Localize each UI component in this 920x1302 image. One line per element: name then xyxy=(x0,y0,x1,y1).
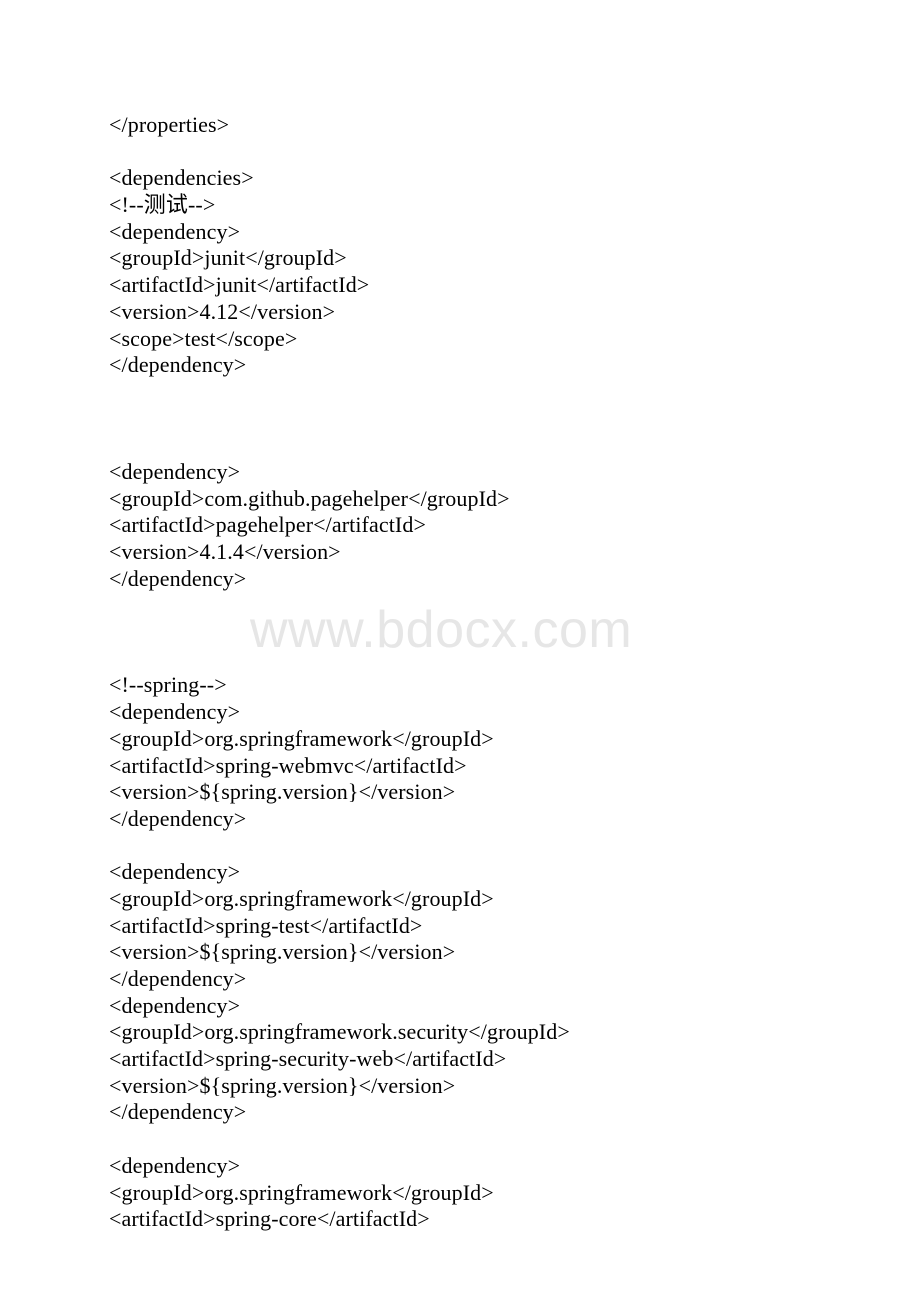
code-line: <groupId>org.springframework</groupId> xyxy=(109,885,494,911)
code-line: <version>${spring.version}</version> xyxy=(109,939,456,965)
code-line: <version>4.1.4</version> xyxy=(109,539,341,564)
code-line: <groupId>junit</groupId> xyxy=(109,245,347,271)
code-line: </dependency> xyxy=(109,966,247,991)
code-line: <artifactId>spring-core</artifactId> xyxy=(109,1206,430,1232)
code-line: <version>${spring.version}</version> xyxy=(109,779,456,805)
code-line: <groupId>org.springframework</groupId> xyxy=(109,725,494,751)
document-page: www.bdocx.com </properties> <dependencies… xyxy=(0,0,920,1302)
code-line: <!--测试--> xyxy=(109,192,216,218)
code-line: </dependency> xyxy=(109,805,247,831)
code-line: <dependency> xyxy=(109,992,241,1018)
code-line: <!--spring--> xyxy=(109,672,227,698)
document-text-content: </properties> <dependencies> <!--测试--> <dep… xyxy=(109,112,900,1233)
code-line: <artifactId>junit</artifactId> xyxy=(109,272,370,298)
code-line: </dependency> xyxy=(109,352,247,378)
code-line: </dependency> xyxy=(109,565,247,591)
code-line: <version>${spring.version}</version> xyxy=(109,1072,456,1098)
code-line: <groupId>org.springframework</groupId> xyxy=(109,1179,494,1205)
code-line: <groupId>com.github.pagehelper</groupId> xyxy=(109,485,510,511)
code-line: <artifactId>pagehelper</artifactId> xyxy=(109,512,426,538)
code-line: <artifactId>spring-security-web</artifac… xyxy=(109,1046,507,1072)
code-line: <dependency> xyxy=(109,458,241,484)
code-line: <dependency> xyxy=(109,1152,241,1178)
code-line: <dependency> xyxy=(109,859,241,885)
code-line: </dependency> xyxy=(109,1099,247,1125)
code-line: <scope>test</scope> xyxy=(109,325,298,351)
code-line: <dependency> xyxy=(109,699,241,725)
code-line: </properties> xyxy=(109,112,230,137)
code-line: <dependency> xyxy=(109,218,241,244)
code-line: <version>4.12</version> xyxy=(109,298,336,324)
code-line: <artifactId>spring-test</artifactId> xyxy=(109,912,423,938)
code-line: <artifactId>spring-webmvc</artifactId> xyxy=(109,752,467,778)
code-line: <dependencies> xyxy=(109,165,254,191)
code-line: <groupId>org.springframework.security</g… xyxy=(109,1019,570,1045)
